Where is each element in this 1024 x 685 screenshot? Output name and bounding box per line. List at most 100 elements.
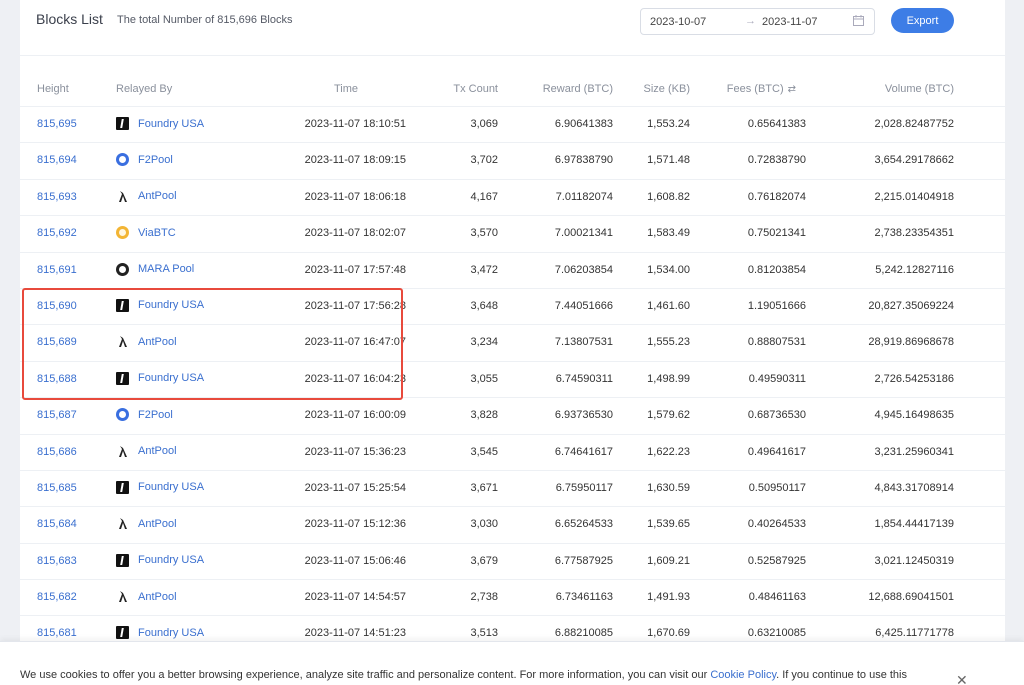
tx-count: 3,472 <box>470 263 498 276</box>
pool-name[interactable]: Foundry USA <box>138 627 204 639</box>
block-height-link[interactable]: 815,693 <box>37 191 77 203</box>
relayed-by-link[interactable]: AntPool <box>116 517 177 530</box>
antpool-logo-icon <box>116 517 129 530</box>
relayed-by-link[interactable]: ViaBTC <box>116 226 176 240</box>
size-value: 1,553.24 <box>647 118 690 130</box>
sort-toggle-icon[interactable]: ⇄ <box>788 84 796 95</box>
relayed-by-link[interactable]: AntPool <box>116 445 177 458</box>
block-height-link[interactable]: 815,691 <box>37 264 77 276</box>
tx-count: 4,167 <box>470 190 498 203</box>
relayed-by-link[interactable]: Foundry USA <box>116 480 204 494</box>
table-row[interactable]: 815,682 AntPool 2023-11-07 14:54:57 2,738 6.… <box>20 580 1005 617</box>
pool-name[interactable]: Foundry USA <box>138 118 204 130</box>
date-range-arrow-icon: → <box>745 15 756 27</box>
volume-value: 2,215.01404918 <box>874 190 954 203</box>
block-height-link[interactable]: 815,695 <box>37 118 77 130</box>
block-height-link[interactable]: 815,686 <box>37 446 77 458</box>
block-height-link[interactable]: 815,692 <box>37 227 77 239</box>
fees-value: 0.49590311 <box>748 372 806 385</box>
table-row[interactable]: 815,695 Foundry USA 2023-11-07 18:10:51 3,0… <box>20 107 1005 144</box>
highlight-box <box>22 288 403 400</box>
date-to-input[interactable]: 2023-11-07 <box>762 16 817 28</box>
relayed-by-link[interactable]: F2Pool <box>116 408 173 422</box>
col-time[interactable]: Time <box>276 83 358 95</box>
col-relayed-by[interactable]: Relayed By <box>116 83 172 95</box>
table-header: Height Relayed By Time Tx Count Reward (… <box>20 73 1005 107</box>
block-height-link[interactable]: 815,684 <box>37 518 77 530</box>
block-height-link[interactable]: 815,687 <box>37 409 77 421</box>
col-size[interactable]: Size (KB) <box>625 83 690 95</box>
relayed-by-link[interactable]: AntPool <box>116 590 177 603</box>
cookie-text-tail: . If you continue to use this <box>776 669 907 681</box>
pool-name[interactable]: AntPool <box>138 518 177 530</box>
reward-value: 7.06203854 <box>554 263 613 276</box>
block-count-subtitle: The total Number of 815,696 Blocks <box>117 14 293 26</box>
table-row[interactable]: 815,683 Foundry USA 2023-11-07 15:06:46 3,6… <box>20 544 1005 581</box>
pool-name[interactable]: Foundry USA <box>138 554 204 566</box>
pool-name[interactable]: Foundry USA <box>138 481 204 493</box>
block-height-link[interactable]: 815,682 <box>37 591 77 603</box>
tx-count: 3,234 <box>470 336 498 349</box>
pool-name[interactable]: AntPool <box>138 445 177 457</box>
pool-name[interactable]: F2Pool <box>138 409 173 421</box>
export-button[interactable]: Export <box>891 8 954 33</box>
block-height-link[interactable]: 815,685 <box>37 482 77 494</box>
col-fees-label[interactable]: Fees (BTC) <box>727 83 784 95</box>
pool-name[interactable]: MARA Pool <box>138 263 194 275</box>
tx-count: 2,738 <box>470 591 498 604</box>
tx-count: 3,671 <box>470 481 498 494</box>
mara-pool-logo-icon <box>116 262 129 276</box>
col-reward[interactable]: Reward (BTC) <box>520 83 613 95</box>
cookie-policy-link[interactable]: Cookie Policy <box>710 669 776 681</box>
relayed-by-link[interactable]: Foundry USA <box>116 117 204 130</box>
block-time: 2023-11-07 18:10:51 <box>304 118 406 130</box>
relayed-by-link[interactable]: Foundry USA <box>116 553 204 567</box>
table-row[interactable]: 815,691 MARA Pool 2023-11-07 17:57:48 3,472… <box>20 253 1005 289</box>
relayed-by-link[interactable]: AntPool <box>116 190 177 203</box>
fees-value: 0.48461163 <box>748 591 806 604</box>
block-time: 2023-11-07 15:36:23 <box>304 445 406 458</box>
fees-value: 0.52587925 <box>747 554 806 567</box>
table-row[interactable]: 815,686 AntPool 2023-11-07 15:36:23 3,545 6.… <box>20 435 1005 471</box>
col-volume[interactable]: Volume (BTC) <box>830 83 954 95</box>
tx-count: 3,679 <box>470 554 498 567</box>
reward-value: 7.00021341 <box>554 227 613 240</box>
col-height[interactable]: Height <box>37 83 69 95</box>
pool-name[interactable]: AntPool <box>138 190 177 202</box>
relayed-by-link[interactable]: MARA Pool <box>116 262 194 276</box>
pool-name[interactable]: ViaBTC <box>138 227 176 239</box>
tx-count: 3,055 <box>470 372 498 385</box>
size-value: 1,670.69 <box>647 627 690 640</box>
pool-name[interactable]: F2Pool <box>138 154 173 166</box>
relayed-by-link[interactable]: F2Pool <box>116 153 173 167</box>
date-range-picker[interactable]: 2023-10-07 → 2023-11-07 <box>640 8 875 35</box>
f2pool-logo-icon <box>116 153 129 167</box>
table-row[interactable]: 815,693 AntPool 2023-11-07 18:06:18 4,167 7.… <box>20 180 1005 217</box>
table-row[interactable]: 815,687 F2Pool 2023-11-07 16:00:09 3,828 6.9… <box>20 398 1005 435</box>
block-height-link[interactable]: 815,694 <box>37 154 77 166</box>
relayed-by-link[interactable]: Foundry USA <box>116 626 204 640</box>
table-row[interactable]: 815,692 ViaBTC 2023-11-07 18:02:07 3,570 7.0… <box>20 216 1005 253</box>
block-height-link[interactable]: 815,681 <box>37 627 77 639</box>
volume-value: 3,654.29178662 <box>874 154 954 167</box>
col-tx-count[interactable]: Tx Count <box>428 83 498 95</box>
col-fees[interactable]: Fees (BTC) ⇄ <box>710 83 796 95</box>
reward-value: 6.97838790 <box>554 154 613 167</box>
volume-value: 28,919.86968678 <box>868 336 954 349</box>
reward-value: 7.13807531 <box>554 336 613 349</box>
table-row[interactable]: 815,694 F2Pool 2023-11-07 18:09:15 3,702 6.9… <box>20 143 1005 180</box>
volume-value: 1,854.44417139 <box>874 518 954 531</box>
block-time: 2023-11-07 18:06:18 <box>304 190 406 203</box>
fees-value: 0.76182074 <box>747 190 806 203</box>
block-time: 2023-11-07 17:57:48 <box>304 263 406 276</box>
blocks-panel: Blocks List The total Number of 815,696 … <box>20 0 1005 685</box>
table-row[interactable]: 815,685 Foundry USA 2023-11-07 15:25:54 3,6… <box>20 471 1005 508</box>
table-row[interactable]: 815,684 AntPool 2023-11-07 15:12:36 3,030 6.… <box>20 507 1005 544</box>
volume-value: 2,028.82487752 <box>874 118 954 130</box>
date-from-input[interactable]: 2023-10-07 <box>650 16 706 28</box>
calendar-icon[interactable] <box>853 15 864 26</box>
close-icon[interactable]: ✕ <box>956 672 968 685</box>
pool-name[interactable]: AntPool <box>138 591 177 603</box>
block-height-link[interactable]: 815,683 <box>37 555 77 567</box>
size-value: 1,498.99 <box>647 372 690 385</box>
